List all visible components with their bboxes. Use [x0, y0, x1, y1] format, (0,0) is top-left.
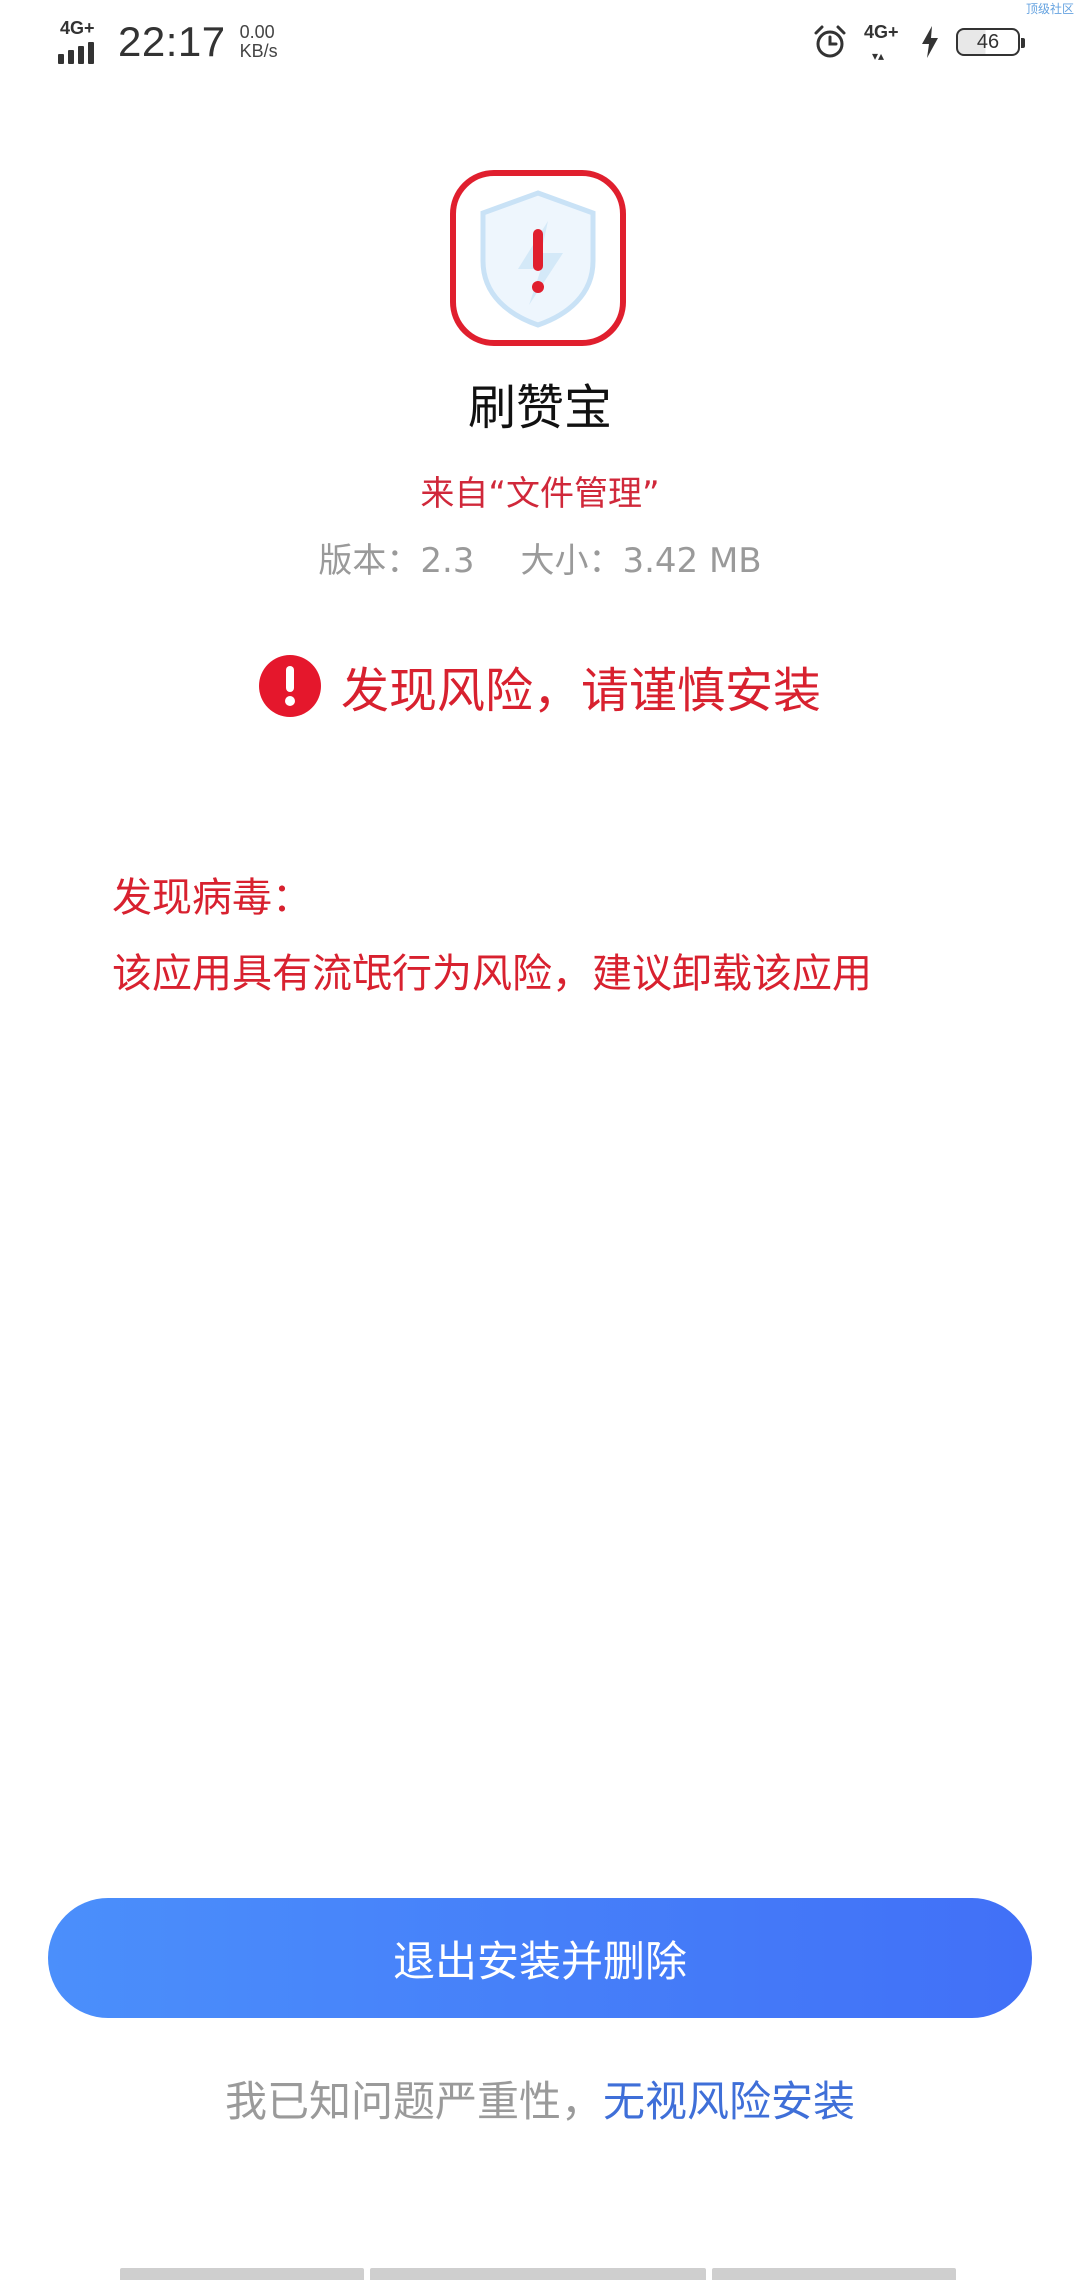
network-type-label-right: 4G+ — [864, 22, 899, 42]
lightning-bolt-icon — [920, 26, 940, 58]
virus-info: 发现病毒： 该应用具有流氓行为风险，建议卸载该应用 — [112, 860, 1012, 1012]
battery-icon: 46 — [956, 28, 1025, 56]
clock: 22:17 — [118, 18, 226, 65]
navigation-bar-hint — [120, 2268, 956, 2280]
ignore-risk-install-link[interactable]: 无视风险安装 — [603, 2077, 855, 2126]
network-type-label: 4G+ — [60, 18, 95, 38]
network-speed-value: 0.00 — [239, 22, 275, 42]
exit-install-delete-button[interactable]: 退出安装并删除 — [48, 1898, 1032, 2018]
status-bar-right: 4G+ ▾▴ 46 — [812, 22, 1025, 63]
app-icon — [450, 170, 626, 346]
app-version: 版本：2.3 — [318, 541, 475, 581]
network-speed-unit: KB/s — [239, 41, 278, 61]
virus-detail: 该应用具有流氓行为风险，建议卸载该应用 — [112, 951, 872, 997]
virus-heading: 发现病毒： — [112, 875, 312, 921]
battery-level: 46 — [976, 30, 1000, 53]
app-source: 来自“文件管理” — [420, 474, 660, 514]
cellular-signal-icon: 4G+ — [58, 18, 104, 64]
mobile-data-icon: 4G+ ▾▴ — [864, 22, 899, 63]
acknowledge-text: 我已知问题严重性， — [224, 2077, 603, 2126]
alarm-clock-icon — [812, 24, 848, 60]
risk-warning: 发现风险，请谨慎安装 — [0, 651, 1080, 721]
acknowledge-line: 我已知问题严重性，无视风险安装 — [0, 2068, 1080, 2129]
app-size: 大小：3.42 MB — [520, 541, 762, 581]
network-speed: 0.00 KB/s — [240, 23, 278, 61]
shield-lightning-warning-icon — [480, 190, 596, 328]
status-bar-left: 4G+ 22:17 0.00 KB/s — [58, 18, 278, 66]
app-meta: 版本：2.3 大小：3.42 MB — [0, 533, 1080, 582]
risk-title: 发现风险，请谨慎安装 — [340, 663, 821, 719]
status-bar: 4G+ 22:17 0.00 KB/s 4G+ ▾▴ 46 顶级社区 — [0, 0, 1080, 90]
watermark: 顶级社区 — [1025, 2, 1074, 16]
app-name: 刷赞宝 — [467, 380, 612, 436]
exclamation-circle-icon — [258, 655, 321, 717]
